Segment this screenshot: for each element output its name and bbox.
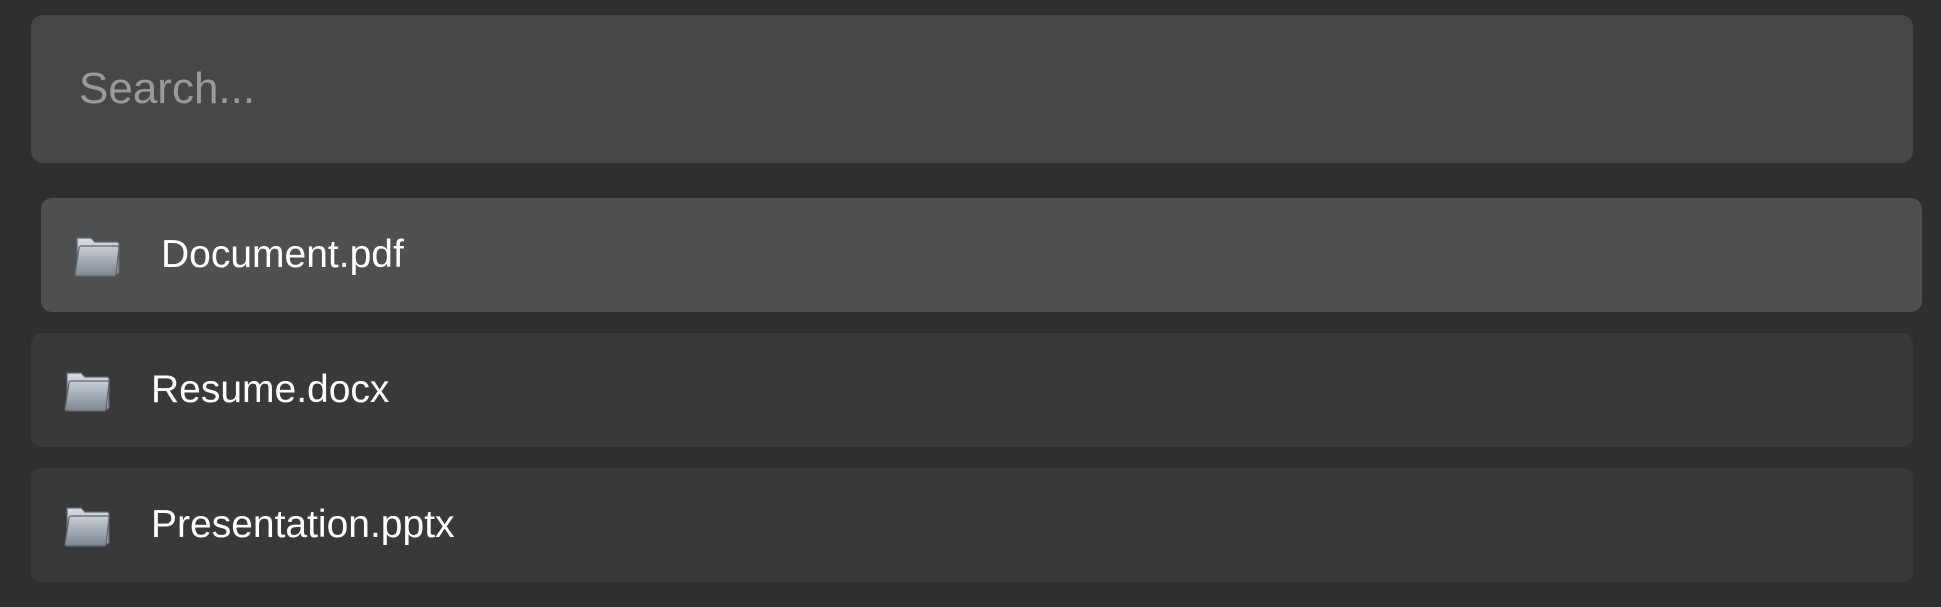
file-name: Resume.docx (151, 368, 390, 411)
folder-icon (61, 498, 115, 552)
search-box (31, 15, 1913, 163)
file-item-resume[interactable]: Resume.docx (31, 333, 1913, 447)
file-search-panel: Document.pdf (0, 0, 1941, 607)
folder-icon (61, 363, 115, 417)
search-input[interactable] (31, 15, 1913, 163)
file-item-document[interactable]: Document.pdf (41, 198, 1922, 312)
file-item-presentation[interactable]: Presentation.pptx (31, 468, 1913, 582)
folder-icon (71, 228, 125, 282)
file-name: Document.pdf (161, 233, 404, 276)
file-name: Presentation.pptx (151, 503, 455, 546)
